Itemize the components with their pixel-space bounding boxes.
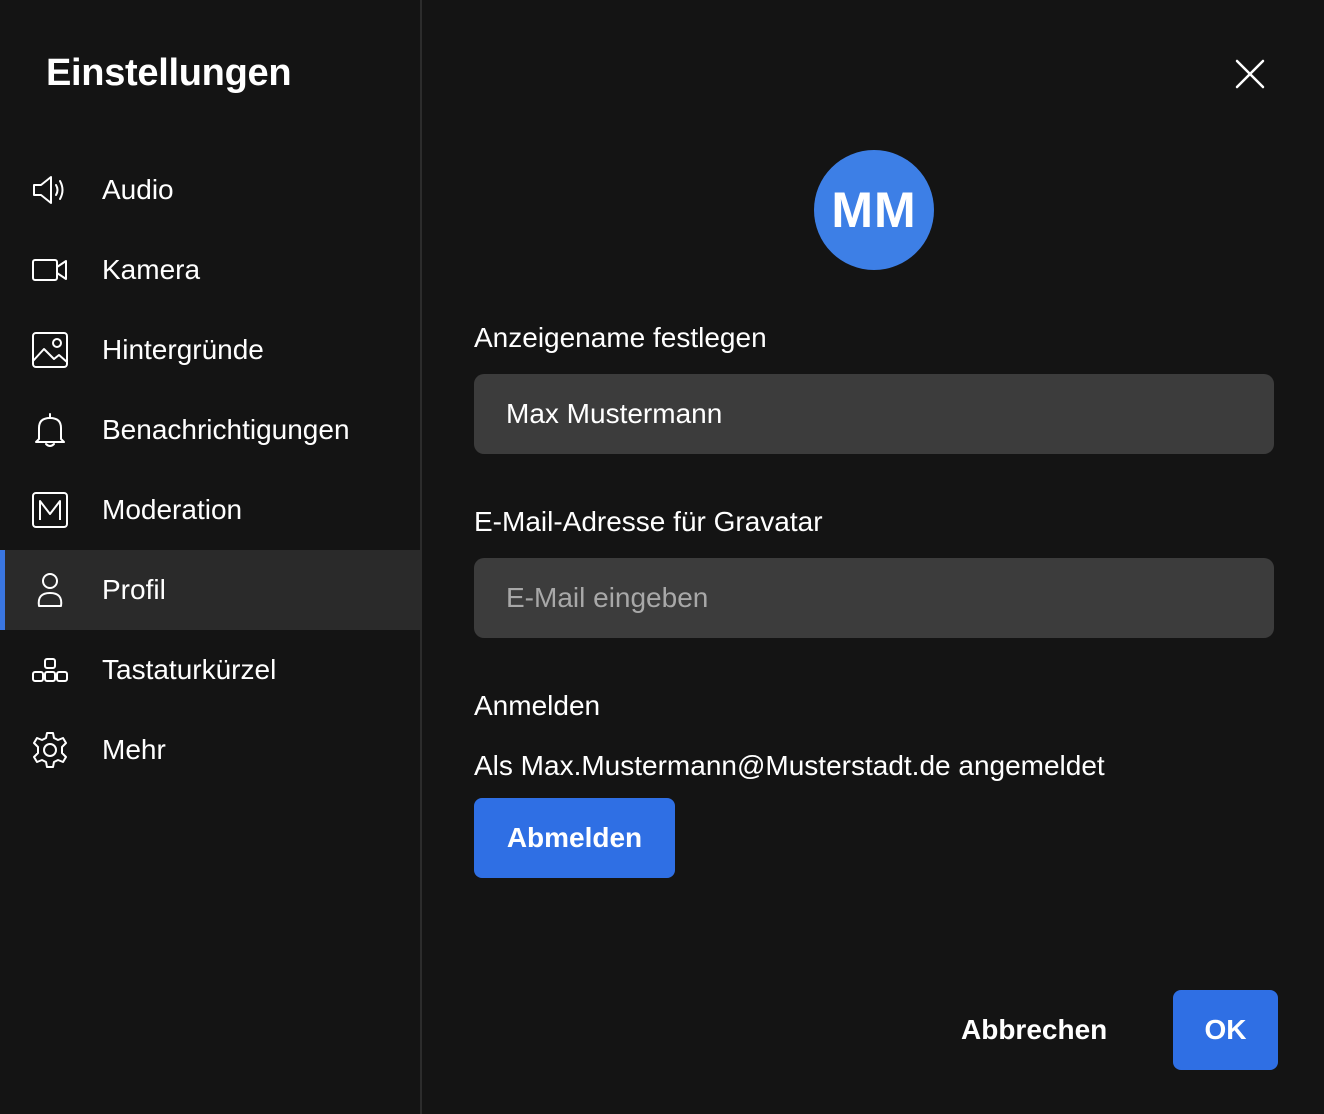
speaker-icon xyxy=(30,170,70,210)
sidebar-item-profil[interactable]: Profil xyxy=(0,550,420,630)
cancel-button[interactable]: Abbrechen xyxy=(961,1014,1107,1046)
sidebar-item-label: Benachrichtigungen xyxy=(102,414,350,445)
sidebar-item-label: Kamera xyxy=(102,254,201,285)
display-name-label: Anzeigename festlegen xyxy=(474,322,767,353)
sidebar-item-label: Profil xyxy=(102,574,166,605)
sidebar-item-kamera[interactable]: Kamera xyxy=(0,230,420,310)
signout-button[interactable]: Abmelden xyxy=(474,798,675,878)
settings-dialog: Einstellungen Audio Kamera Hintergründe … xyxy=(0,0,1324,1114)
email-input[interactable] xyxy=(474,558,1274,638)
gear-icon xyxy=(30,730,70,770)
signin-status: Als Max.Mustermann@Musterstadt.de angeme… xyxy=(474,750,1105,781)
sidebar-item-label: Tastaturkürzel xyxy=(102,654,277,685)
sidebar-item-label: Mehr xyxy=(102,734,166,765)
sidebar-item-audio[interactable]: Audio xyxy=(0,150,420,230)
close-button[interactable] xyxy=(1228,52,1272,96)
email-label: E-Mail-Adresse für Gravatar xyxy=(474,506,823,537)
sidebar-item-label: Hintergründe xyxy=(102,334,264,365)
sidebar-item-benachrichtigungen[interactable]: Benachrichtigungen xyxy=(0,390,420,470)
image-icon xyxy=(30,330,70,370)
sidebar-item-mehr[interactable]: Mehr xyxy=(0,710,420,790)
close-icon xyxy=(1235,59,1265,89)
sidebar-item-hintergruende[interactable]: Hintergründe xyxy=(0,310,420,390)
sidebar-divider xyxy=(420,0,422,1114)
sidebar-item-moderation[interactable]: Moderation xyxy=(0,470,420,550)
keyboard-shortcuts-icon xyxy=(30,650,70,690)
settings-nav: Audio Kamera Hintergründe Benachrichtigu… xyxy=(0,150,420,790)
sidebar-item-label: Moderation xyxy=(102,494,243,525)
ok-button[interactable]: OK xyxy=(1173,990,1278,1070)
bell-icon xyxy=(30,410,70,450)
avatar: MM xyxy=(814,150,934,270)
sidebar-item-label: Audio xyxy=(102,174,174,205)
moderation-icon xyxy=(30,490,70,530)
user-icon xyxy=(30,570,70,610)
signin-heading: Anmelden xyxy=(474,690,601,721)
display-name-input[interactable] xyxy=(474,374,1274,454)
sidebar-item-tastaturkuerzel[interactable]: Tastaturkürzel xyxy=(0,630,420,710)
sidebar-title: Einstellungen xyxy=(46,52,292,94)
settings-sidebar: Einstellungen Audio Kamera Hintergründe … xyxy=(0,0,420,1114)
camera-icon xyxy=(30,250,70,290)
